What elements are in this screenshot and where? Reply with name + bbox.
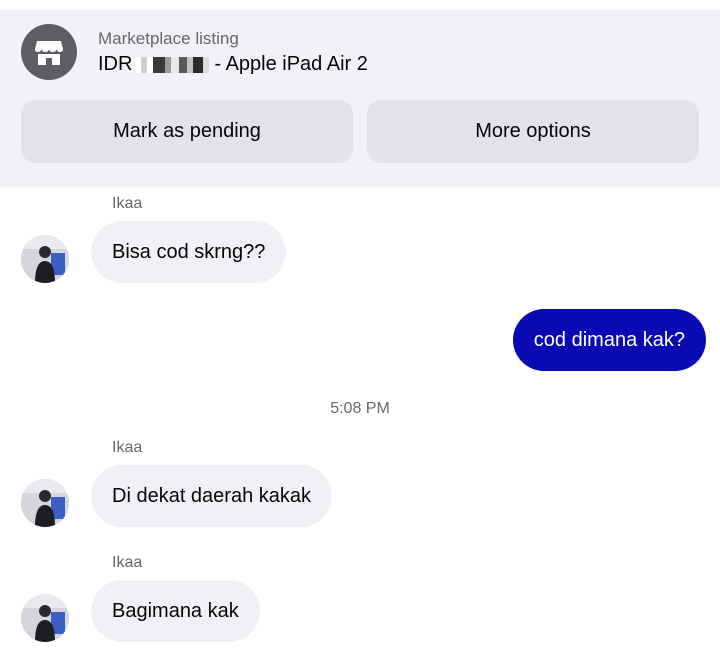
sender-name: Ikaa [112, 195, 143, 212]
avatar[interactable] [21, 235, 69, 283]
storefront-icon [21, 24, 77, 80]
message-bubble-outgoing[interactable]: cod dimana kak? [512, 309, 706, 371]
listing-price-prefix: IDR [98, 53, 133, 75]
message-timestamp: 5:08 PM [330, 400, 390, 417]
message-bubble-incoming[interactable]: Bisa cod skrng?? [91, 221, 287, 283]
mark-as-pending-button[interactable]: Mark as pending [21, 100, 353, 163]
listing-title[interactable]: IDR - Apple iPad Air 2 [98, 53, 368, 76]
listing-label: Marketplace listing [98, 29, 239, 48]
message-bubble-incoming[interactable]: Di dekat daerah kakak [91, 465, 333, 527]
sender-name: Ikaa [112, 554, 143, 571]
listing-title-text: - Apple iPad Air 2 [214, 53, 368, 75]
chat-screen: Marketplace listing IDR - Apple iPad Air… [0, 0, 720, 660]
sender-name: Ikaa [112, 439, 143, 456]
avatar[interactable] [21, 594, 69, 642]
message-bubble-incoming[interactable]: Bagimana kak [91, 580, 260, 642]
more-options-button[interactable]: More options [367, 100, 699, 163]
marketplace-listing-header[interactable]: Marketplace listing IDR - Apple iPad Air… [0, 10, 720, 184]
censored-price [135, 56, 210, 73]
avatar[interactable] [21, 479, 69, 527]
